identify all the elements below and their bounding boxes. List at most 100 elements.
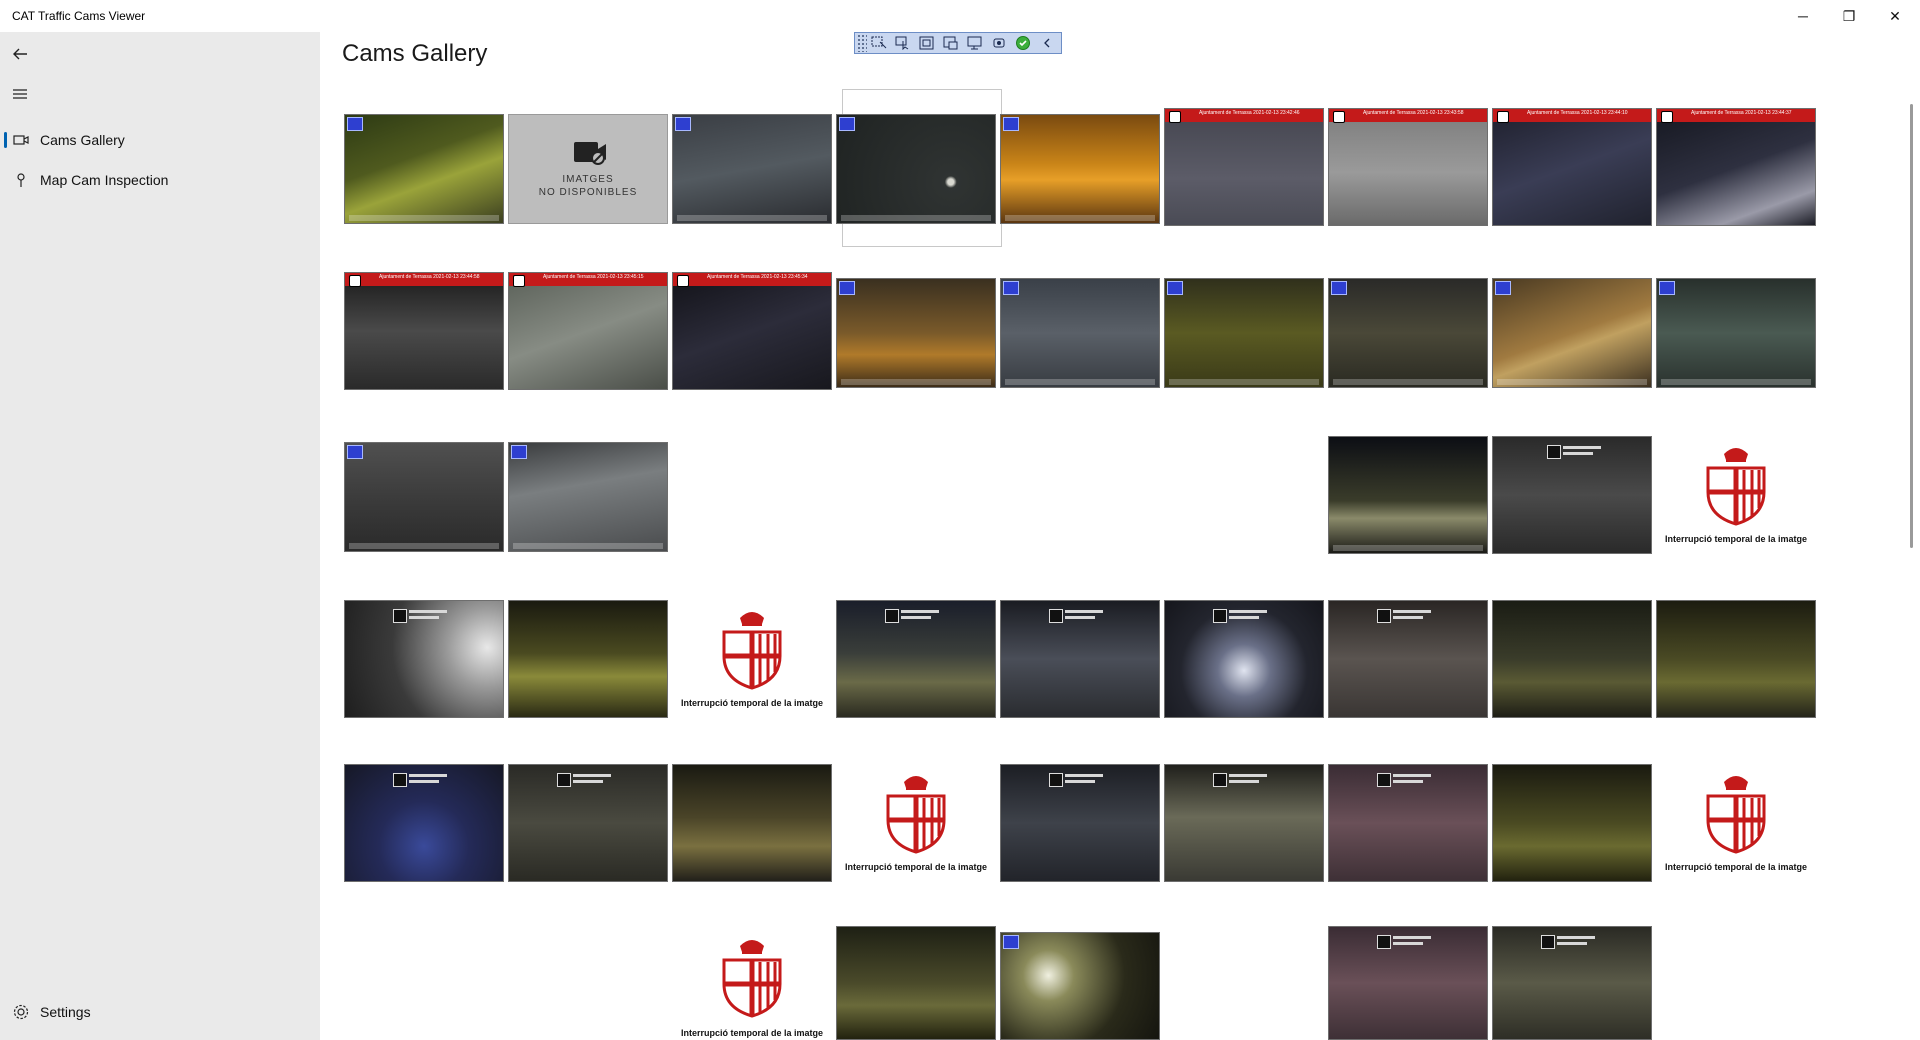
camera-thumbnail-barcelona[interactable]: [1328, 600, 1488, 718]
camera-thumbnail-interrupted[interactable]: Interrupció temporal de la imatge: [1656, 764, 1816, 882]
minimize-button[interactable]: ─: [1780, 0, 1826, 32]
camera-logo-icon: [347, 117, 363, 131]
toolbar-button[interactable]: [939, 33, 963, 53]
camera-thumbnail-barcelona[interactable]: [1000, 600, 1160, 718]
maximize-button[interactable]: ❐: [1826, 0, 1872, 32]
camera-thumbnail-interrupted[interactable]: Interrupció temporal de la imatge: [836, 764, 996, 882]
camera-thumbnail[interactable]: [508, 442, 668, 552]
barcelona-shield-icon: [886, 776, 946, 854]
back-button[interactable]: [6, 40, 34, 68]
camera-icon: [13, 135, 29, 145]
camera-logo-icon: [839, 117, 855, 131]
page-title: Cams Gallery: [342, 40, 488, 67]
barcelona-watermark: [1049, 771, 1109, 789]
camera-thumbnail[interactable]: [1328, 436, 1488, 554]
select-region-icon: [871, 36, 887, 49]
terrassa-logo-icon: [513, 275, 525, 287]
camera-thumbnail-barcelona[interactable]: [1492, 436, 1652, 554]
camera-thumbnail[interactable]: [508, 600, 668, 718]
camera-thumbnail[interactable]: [1656, 600, 1816, 718]
camera-thumbnail[interactable]: [836, 114, 996, 224]
camera-thumbnail-barcelona[interactable]: [1328, 926, 1488, 1040]
camera-thumbnail-barcelona[interactable]: [1000, 764, 1160, 882]
camera-caption: [1005, 215, 1155, 221]
terrassa-logo-icon: [1333, 111, 1345, 123]
camera-thumbnail-barcelona[interactable]: [1164, 764, 1324, 882]
vertical-scrollbar[interactable]: [1910, 104, 1913, 548]
screen-icon: [967, 36, 982, 50]
camera-thumbnail-terrassa[interactable]: Ajuntament de Terrassa 2021-02-13 23:45:…: [508, 272, 668, 390]
camera-caption: [513, 543, 663, 549]
toolbar-button[interactable]: [891, 33, 915, 53]
toolbar-button[interactable]: [915, 33, 939, 53]
interruption-text: Interrupció temporal de la imatge: [680, 1028, 824, 1038]
toolbar-grip-handle[interactable]: [857, 34, 867, 52]
camera-thumbnail-terrassa[interactable]: Ajuntament de Terrassa 2021-02-13 23:43:…: [1328, 108, 1488, 226]
navigation-pane: Cams Gallery Map Cam Inspection Settings: [0, 32, 320, 1040]
camera-overlay-bar: Ajuntament de Terrassa 2021-02-13 23:44:…: [1657, 109, 1815, 122]
restore-icon: ❐: [1842, 7, 1856, 24]
gear-icon: [13, 1004, 29, 1020]
nav-item-map-cam-inspection[interactable]: Map Cam Inspection: [0, 162, 320, 198]
minimize-icon: ─: [1798, 8, 1808, 24]
camera-overlay-bar: Ajuntament de Terrassa 2021-02-13 23:45:…: [673, 273, 831, 286]
camera-thumbnail-interrupted[interactable]: Interrupció temporal de la imatge: [672, 600, 832, 718]
camera-thumbnail-barcelona[interactable]: [344, 764, 504, 882]
camera-thumbnail[interactable]: [1000, 278, 1160, 388]
camera-thumbnail-barcelona[interactable]: [1328, 764, 1488, 882]
camera-thumbnail[interactable]: [1164, 278, 1324, 388]
toolbar-button[interactable]: [867, 33, 891, 53]
nav-item-cams-gallery[interactable]: Cams Gallery: [0, 122, 320, 158]
camera-thumbnail-interrupted[interactable]: Interrupció temporal de la imatge: [672, 928, 832, 1040]
floating-toolbar: [854, 32, 1062, 54]
camera-thumbnail-terrassa[interactable]: Ajuntament de Terrassa 2021-02-13 23:44:…: [1492, 108, 1652, 226]
barcelona-watermark: [557, 771, 617, 789]
camera-thumbnail-terrassa[interactable]: Ajuntament de Terrassa 2021-02-13 23:42:…: [1164, 108, 1324, 226]
camera-thumbnail[interactable]: [1328, 278, 1488, 388]
camera-thumbnail-terrassa[interactable]: Ajuntament de Terrassa 2021-02-13 23:45:…: [672, 272, 832, 390]
camera-logo-icon: [1331, 281, 1347, 295]
nav-item-label: Map Cam Inspection: [40, 172, 169, 188]
camera-thumbnail[interactable]: [1492, 600, 1652, 718]
toolbar-button[interactable]: [1011, 33, 1035, 53]
camera-thumbnail[interactable]: [836, 278, 996, 388]
toolbar-button[interactable]: [963, 33, 987, 53]
interruption-text: Interrupció temporal de la imatge: [1664, 862, 1808, 872]
camera-thumbnail[interactable]: [672, 764, 832, 882]
camera-thumbnail-interrupted[interactable]: Interrupció temporal de la imatge: [1656, 436, 1816, 554]
app-title: CAT Traffic Cams Viewer: [12, 9, 146, 23]
camera-thumbnail[interactable]: [672, 114, 832, 224]
camera-caption: [1661, 379, 1811, 385]
camera-thumbnail-barcelona[interactable]: [1164, 600, 1324, 718]
close-button[interactable]: ✕: [1872, 0, 1918, 32]
interruption-text: Interrupció temporal de la imatge: [844, 862, 988, 872]
toolbar-button[interactable]: [987, 33, 1011, 53]
toolbar-button[interactable]: [1035, 33, 1059, 53]
collapse-icon: [1044, 38, 1050, 48]
camera-thumbnail-barcelona[interactable]: [508, 764, 668, 882]
camera-caption: [349, 215, 499, 221]
camera-thumbnail[interactable]: [1492, 764, 1652, 882]
camera-thumbnail-terrassa[interactable]: Ajuntament de Terrassa 2021-02-13 23:44:…: [1656, 108, 1816, 226]
pointer-icon: [895, 36, 909, 50]
unavailable-text: IMATGES NO DISPONIBLES: [538, 174, 638, 198]
check-icon: [1016, 36, 1030, 50]
camera-thumbnail[interactable]: [1656, 278, 1816, 388]
barcelona-watermark: [1049, 607, 1109, 625]
camera-thumbnail-barcelona[interactable]: [1492, 926, 1652, 1040]
camera-logo-icon: [1003, 281, 1019, 295]
camera-thumbnail-unavailable[interactable]: IMATGES NO DISPONIBLES: [508, 114, 668, 224]
camera-thumbnail[interactable]: [344, 442, 504, 552]
camera-thumbnail[interactable]: [1000, 114, 1160, 224]
camera-thumbnail-terrassa[interactable]: Ajuntament de Terrassa 2021-02-13 23:44:…: [344, 272, 504, 390]
camera-thumbnail[interactable]: [1492, 278, 1652, 388]
camera-thumbnail-barcelona[interactable]: [836, 600, 996, 718]
hamburger-icon: [13, 89, 27, 99]
camera-thumbnail[interactable]: [344, 114, 504, 224]
camera-thumbnail[interactable]: [836, 926, 996, 1040]
menu-toggle-button[interactable]: [6, 80, 34, 108]
camera-thumbnail[interactable]: [1000, 932, 1160, 1040]
barcelona-watermark: [1377, 771, 1437, 789]
camera-thumbnail-barcelona[interactable]: [344, 600, 504, 718]
nav-item-settings[interactable]: Settings: [0, 994, 320, 1030]
